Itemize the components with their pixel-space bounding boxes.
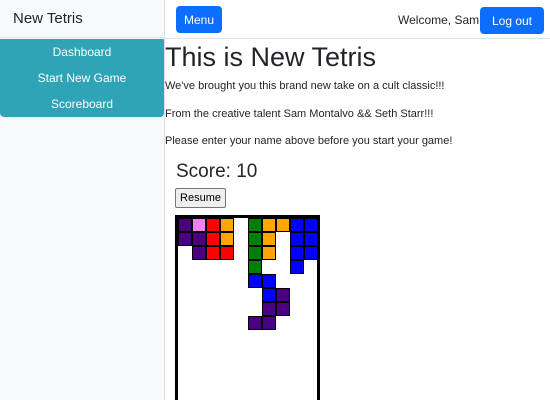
tetris-block [178, 232, 192, 246]
top-navbar: Menu Welcome, Sam Log out [165, 0, 550, 39]
tetris-board[interactable] [175, 215, 320, 400]
sidebar-item-scoreboard[interactable]: Scoreboard [0, 91, 164, 117]
tetris-block [178, 218, 192, 232]
tetris-block [276, 302, 290, 316]
tetris-block [262, 218, 276, 232]
tetris-block [192, 218, 206, 232]
sidebar-item-dashboard[interactable]: Dashboard [0, 39, 164, 65]
tetris-block [276, 288, 290, 302]
tetris-block [206, 232, 220, 246]
tetris-block [276, 218, 290, 232]
tetris-block [262, 302, 276, 316]
tetris-block [304, 246, 318, 260]
tetris-block [220, 246, 234, 260]
intro-paragraph: We've brought you this brand new take on… [165, 80, 445, 92]
tetris-block [248, 260, 262, 274]
score-display: Score: 10 [176, 161, 258, 182]
tetris-block [262, 274, 276, 288]
tetris-block [220, 232, 234, 246]
brand-title[interactable]: New Tetris [0, 0, 165, 38]
tetris-block [290, 246, 304, 260]
tetris-block [290, 260, 304, 274]
tetris-block [262, 316, 276, 330]
instructions-paragraph: Please enter your name above before you … [165, 135, 453, 147]
tetris-block [248, 218, 262, 232]
tetris-block [248, 246, 262, 260]
sidebar-item-start-new-game[interactable]: Start New Game [0, 65, 164, 91]
sidebar: New Tetris Dashboard Start New Game Scor… [0, 0, 165, 400]
main-content: This is New Tetris We've brought you thi… [165, 39, 550, 400]
tetris-block [220, 218, 234, 232]
tetris-block [290, 218, 304, 232]
tetris-block [206, 218, 220, 232]
tetris-block [206, 246, 220, 260]
tetris-block [262, 232, 276, 246]
tetris-block [192, 232, 206, 246]
tetris-block [304, 232, 318, 246]
logout-button[interactable]: Log out [480, 7, 544, 34]
sidebar-menu: Dashboard Start New Game Scoreboard [0, 39, 164, 117]
tetris-block [262, 288, 276, 302]
menu-button[interactable]: Menu [176, 6, 222, 33]
tetris-block [290, 232, 304, 246]
welcome-text: Welcome, Sam [398, 13, 480, 27]
tetris-block [248, 274, 262, 288]
tetris-block [248, 316, 262, 330]
tetris-block [262, 246, 276, 260]
tetris-block [192, 246, 206, 260]
page-title: This is New Tetris [165, 42, 377, 72]
resume-button[interactable]: Resume [175, 188, 226, 208]
credits-paragraph: From the creative talent Sam Montalvo &&… [165, 108, 434, 120]
tetris-block [248, 232, 262, 246]
tetris-block [304, 218, 318, 232]
